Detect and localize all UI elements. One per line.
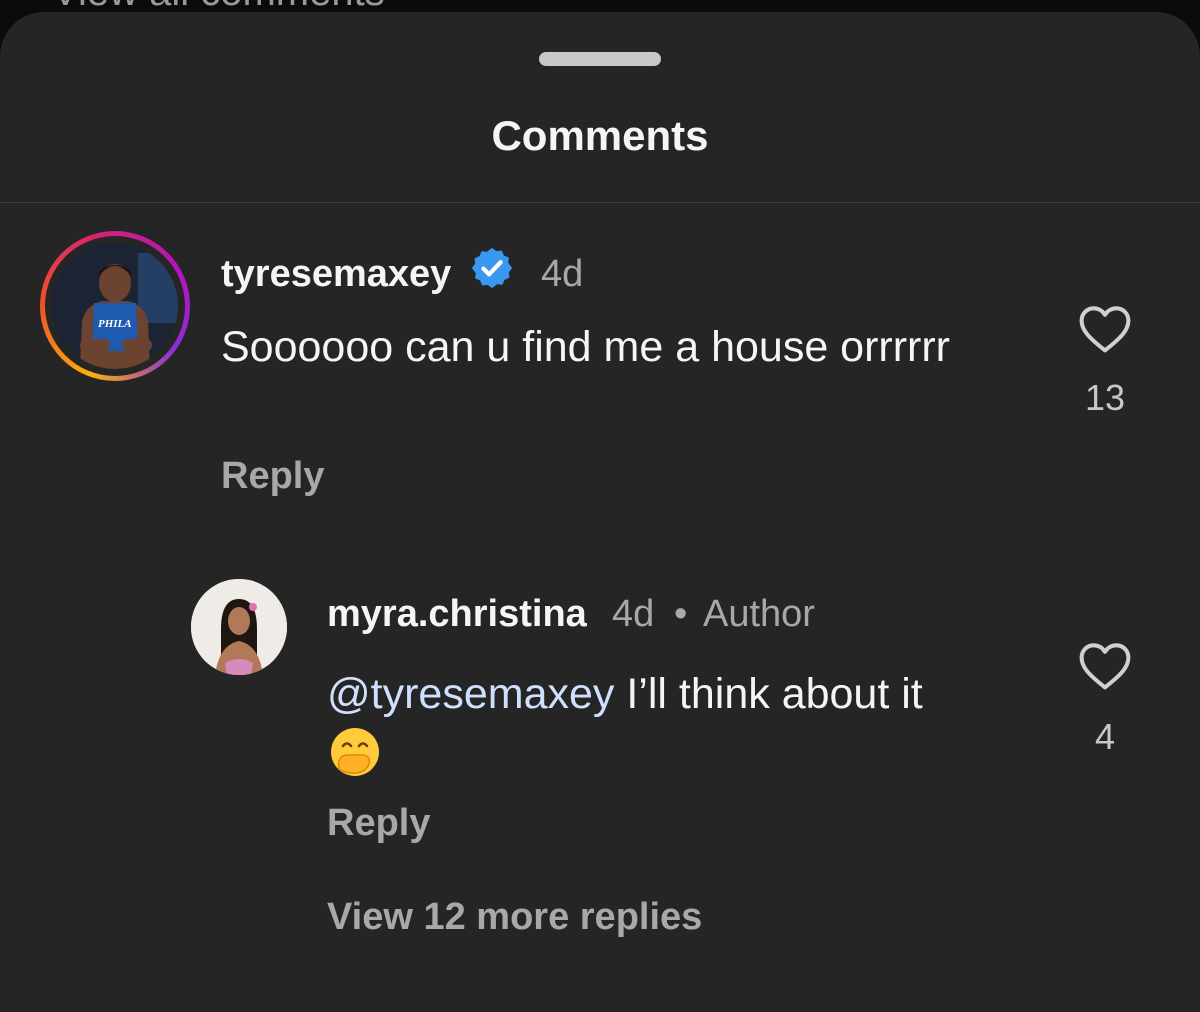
comment-text: Soooooo can u find me a house orrrrrr — [221, 323, 951, 371]
reply-button[interactable]: Reply — [221, 455, 324, 498]
comment-time: 4d — [541, 253, 584, 295]
header-divider — [0, 202, 1200, 203]
like-heart-icon[interactable] — [1078, 304, 1132, 354]
like-heart-icon[interactable] — [1078, 641, 1132, 691]
drag-handle[interactable] — [539, 52, 661, 66]
like-count: 13 — [1084, 377, 1126, 418]
comment-message: I’ll think about it — [626, 670, 923, 718]
avatar-photo: PHILA — [52, 243, 178, 369]
comments-sheet: Comments — [0, 12, 1200, 1012]
avatar-story-ring[interactable]: PHILA — [40, 231, 190, 381]
reply-button[interactable]: Reply — [327, 802, 430, 845]
like-count: 4 — [1094, 716, 1116, 757]
avatar-photo — [191, 579, 287, 675]
avatar[interactable] — [191, 579, 287, 675]
verified-badge-icon — [471, 247, 513, 289]
jersey-text: PHILA — [98, 318, 132, 330]
mention-link[interactable]: @tyresemaxey — [327, 670, 614, 718]
view-more-replies-button[interactable]: View 12 more replies — [327, 896, 702, 939]
comment-time: 4d — [612, 593, 655, 635]
avatar: PHILA — [52, 243, 178, 369]
comment-username[interactable]: tyresemaxey — [221, 253, 451, 296]
author-badge: Author — [703, 593, 815, 635]
comment-username[interactable]: myra.christina — [327, 593, 587, 636]
hand-over-mouth-emoji — [331, 728, 379, 776]
sheet-title: Comments — [491, 112, 709, 159]
meta-separator: • — [674, 593, 688, 635]
comment-text: @tyresemaxey I’ll think about it — [327, 666, 1047, 722]
